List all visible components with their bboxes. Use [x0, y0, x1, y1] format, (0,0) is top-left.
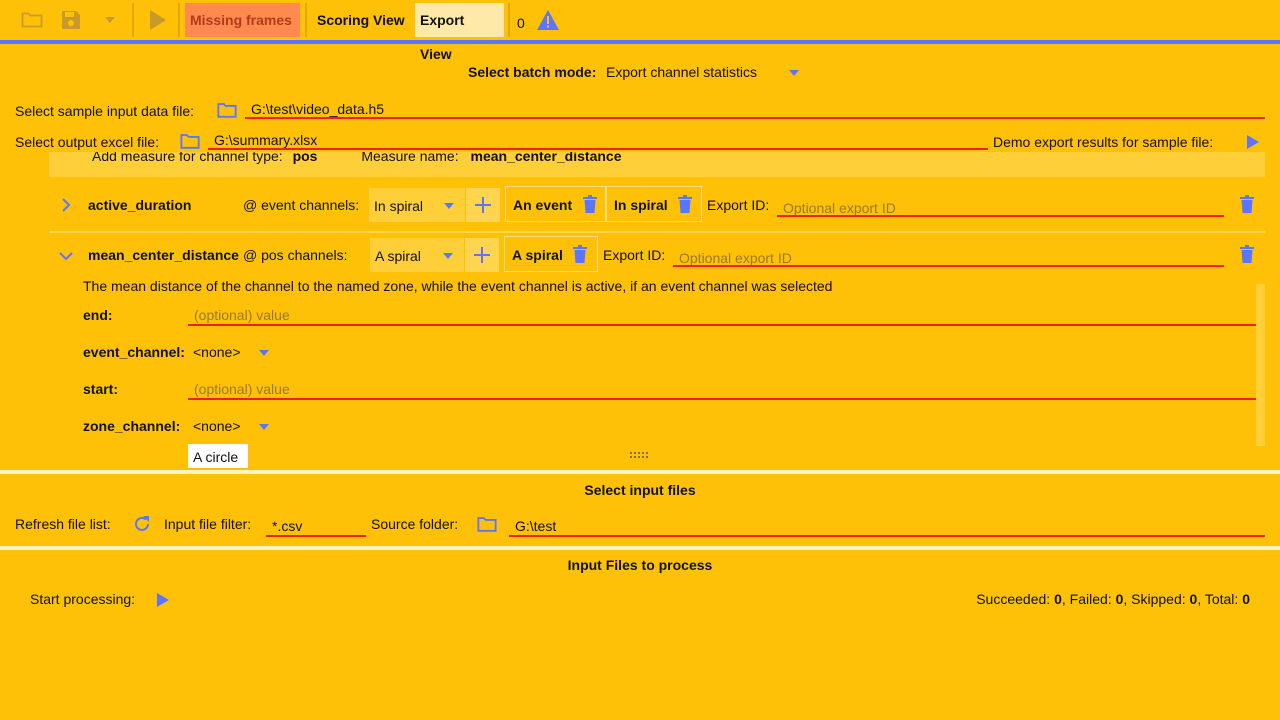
- channel-select[interactable]: In spiral: [369, 188, 465, 222]
- param-event-channel-label: event_channel:: [83, 344, 185, 360]
- warning-count: 0: [517, 15, 525, 31]
- param-start-input[interactable]: (optional) value: [194, 381, 290, 397]
- sample-folder-icon[interactable]: [216, 100, 238, 120]
- channel-label: @ pos channels:: [243, 247, 348, 263]
- channel-label: @ event channels:: [243, 197, 360, 213]
- toolbar-bottom-rule: [0, 40, 1280, 44]
- toolbar-separator: [305, 3, 307, 37]
- measure-description: The mean distance of the channel to the …: [83, 278, 833, 294]
- sample-file-label: Select sample input data file:: [15, 103, 194, 119]
- sample-file-underline: [245, 117, 1265, 119]
- toolbar-separator: [508, 3, 510, 37]
- measure-name: active_duration: [88, 197, 192, 213]
- zone-channel-chevron-down-icon[interactable]: [256, 422, 272, 432]
- refresh-file-list-label: Refresh file list:: [15, 516, 111, 532]
- measure-name: mean_center_distance: [88, 247, 239, 263]
- delete-chip-trash-icon[interactable]: [677, 195, 693, 213]
- output-file-underline: [208, 148, 988, 150]
- export-id-underline: [673, 265, 1224, 267]
- export-id-input[interactable]: Optional export ID: [679, 250, 792, 266]
- input-file-filter-underline: [266, 535, 366, 537]
- plus-icon: [473, 195, 493, 215]
- batch-mode-label: Select batch mode:: [468, 64, 597, 80]
- param-start-underline: [188, 398, 1265, 400]
- param-event-channel-select[interactable]: <none>: [193, 344, 241, 360]
- missing-frames-button[interactable]: Missing frames: [185, 3, 300, 37]
- dropdown-option[interactable]: A circle: [188, 444, 248, 468]
- play-icon[interactable]: [145, 8, 169, 32]
- toolbar-separator: [132, 3, 134, 37]
- output-file-input[interactable]: G:\summary.xlsx: [214, 132, 317, 148]
- export-id-input[interactable]: Optional export ID: [783, 200, 896, 216]
- param-zone-channel-label: zone_channel:: [83, 418, 181, 434]
- measures-scroll-area[interactable]: Add measure for channel type: pos Measur…: [0, 152, 1280, 468]
- add-channel-button[interactable]: [466, 188, 500, 222]
- input-file-filter-input[interactable]: *.csv: [272, 518, 302, 534]
- channel-select-value: In spiral: [374, 198, 424, 214]
- chevron-down-icon: [440, 251, 456, 261]
- output-file-label: Select output excel file:: [15, 134, 159, 150]
- batch-mode-chevron-down-icon[interactable]: [786, 68, 802, 78]
- save-options-chevron-down-icon[interactable]: [100, 12, 120, 28]
- section-divider: [0, 470, 1280, 474]
- source-folder-label: Source folder:: [371, 516, 459, 532]
- param-end-label: end:: [83, 307, 113, 323]
- delete-measure-trash-icon[interactable]: [1239, 245, 1255, 263]
- delete-measure-trash-icon[interactable]: [1239, 195, 1255, 213]
- event-channel-chevron-down-icon[interactable]: [256, 348, 272, 358]
- toolbar: Missing frames Scoring View Export View …: [0, 0, 1280, 62]
- start-processing-play-icon[interactable]: [156, 592, 170, 608]
- collapse-chevron-down-icon[interactable]: [58, 248, 74, 264]
- plus-icon: [472, 245, 492, 265]
- input-file-filter-label: Input file filter:: [164, 516, 252, 532]
- succeeded-count: 0: [1054, 591, 1062, 607]
- toolbar-separator: [178, 3, 180, 37]
- param-zone-channel-select[interactable]: <none>: [193, 418, 241, 434]
- param-end-input[interactable]: (optional) value: [194, 307, 290, 323]
- section-divider: [0, 546, 1280, 550]
- demo-export-label: Demo export results for sample file:: [993, 134, 1214, 150]
- process-title: Input Files to process: [567, 557, 713, 573]
- source-folder-icon[interactable]: [476, 514, 498, 534]
- input-files-title: Select input files: [584, 482, 696, 498]
- param-end-underline: [188, 324, 1265, 326]
- resize-grip-icon[interactable]: [630, 452, 650, 458]
- source-folder-underline: [509, 535, 1265, 537]
- save-icon[interactable]: [59, 8, 83, 32]
- channel-chip: A spiral: [504, 236, 598, 272]
- warning-icon[interactable]: [536, 9, 560, 31]
- export-id-underline: [777, 215, 1224, 217]
- param-start-label: start:: [83, 381, 119, 397]
- output-folder-icon[interactable]: [179, 131, 201, 151]
- export-view-button[interactable]: Export View: [415, 3, 504, 62]
- scrollbar[interactable]: [1256, 284, 1265, 446]
- add-measure-row-text: Add measure for channel type: pos Measur…: [92, 152, 622, 164]
- refresh-icon[interactable]: [132, 514, 152, 534]
- scoring-view-button[interactable]: Scoring View: [312, 3, 412, 37]
- skipped-count: 0: [1189, 591, 1198, 607]
- processing-stats: Succeeded: 0, Failed: 0, Skipped: 0, Tot…: [976, 591, 1250, 607]
- delete-chip-trash-icon[interactable]: [582, 195, 598, 213]
- batch-mode-select[interactable]: Export channel statistics: [606, 64, 757, 80]
- failed-count: 0: [1115, 591, 1124, 607]
- total-count: 0: [1242, 591, 1250, 607]
- expand-chevron-right-icon[interactable]: [58, 197, 74, 213]
- export-id-label: Export ID:: [603, 247, 666, 263]
- channel-select[interactable]: A spiral: [370, 238, 464, 272]
- start-processing-label: Start processing:: [30, 591, 136, 607]
- source-folder-input[interactable]: G:\test: [515, 518, 556, 534]
- channel-chip: In spiral: [606, 186, 702, 222]
- channel-select-value: A spiral: [375, 248, 421, 264]
- demo-export-play-icon[interactable]: [1246, 134, 1260, 150]
- export-id-label: Export ID:: [707, 197, 770, 213]
- open-folder-icon[interactable]: [20, 8, 44, 32]
- delete-chip-trash-icon[interactable]: [572, 245, 588, 263]
- sample-file-input[interactable]: G:\test\video_data.h5: [251, 101, 384, 117]
- chevron-down-icon: [441, 201, 457, 211]
- channel-chip: An event: [505, 186, 606, 222]
- add-channel-button[interactable]: [465, 238, 499, 272]
- measure-divider: [49, 231, 1265, 233]
